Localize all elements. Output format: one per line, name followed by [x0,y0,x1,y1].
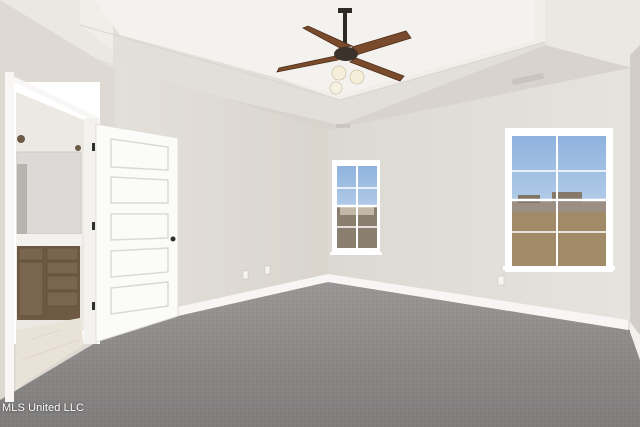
right-wall [630,45,640,360]
fan-light [329,81,343,95]
door-hinge [92,143,95,151]
open-door [92,123,179,343]
fan-light [349,69,365,85]
door-hinge [92,222,95,230]
watermark: MLS United LLC [2,402,85,414]
window-small [330,160,382,255]
wall-outlet [497,275,505,286]
wall-outlet [242,270,249,280]
countertop [16,234,82,246]
wall-outlet [264,265,271,275]
light-fixture [17,135,25,143]
fan-light [331,65,347,81]
door-hinge [92,302,95,310]
door-knob [170,236,176,242]
window-large [503,128,615,272]
air-vent [511,72,545,86]
bedroom-photo: MLS United LLC [0,0,640,427]
